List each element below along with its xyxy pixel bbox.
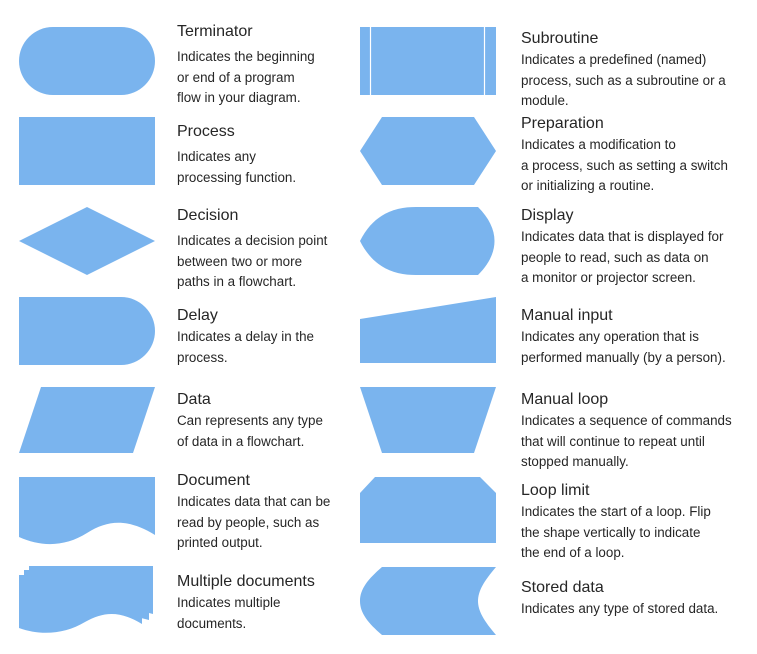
shape-title: Multiple documents [177, 573, 315, 590]
shape-description: Indicates data that can be read by peopl… [177, 494, 331, 550]
manual-loop-entry: Manual loop Indicates a sequence of comm… [521, 390, 756, 473]
delay-entry: Delay Indicates a delay in the process. [177, 306, 412, 368]
shape-description: Indicates multiple documents. [177, 595, 281, 631]
document-shape [19, 477, 155, 545]
shape-title: Manual loop [521, 391, 609, 408]
shape-title: Loop limit [521, 482, 590, 499]
terminator-entry: Terminator Indicates the beginning or en… [177, 22, 412, 109]
delay-shape [19, 297, 155, 365]
data-entry: Data Can represents any type of data in … [177, 390, 412, 452]
shape-title: Data [177, 391, 211, 408]
shape-title: Document [177, 472, 250, 489]
shape-description: Indicates a modification to a process, s… [521, 137, 728, 193]
shape-description: Indicates a delay in the process. [177, 329, 314, 365]
shape-title: Preparation [521, 115, 604, 132]
multiple-documents-entry: Multiple documents Indicates multiple do… [177, 572, 412, 634]
shape-description: Indicates a sequence of commands that wi… [521, 413, 732, 469]
shape-description: Indicates any processing function. [177, 149, 297, 185]
subroutine-entry: Subroutine Indicates a predefined (named… [521, 29, 756, 112]
shape-description: Indicates any operation that is performe… [521, 329, 726, 365]
shape-title: Terminator [177, 23, 253, 40]
terminator-shape [19, 27, 155, 95]
preparation-entry: Preparation Indicates a modification to … [521, 114, 756, 197]
shape-description: Indicates a predefined (named) process, … [521, 52, 726, 108]
document-entry: Document Indicates data that can be read… [177, 471, 412, 554]
shape-title: Stored data [521, 579, 604, 596]
display-entry: Display Indicates data that is displayed… [521, 206, 756, 289]
decision-entry: Decision Indicates a decision point betw… [177, 206, 412, 293]
shape-title: Delay [177, 307, 218, 324]
shape-description: Can represents any type of data in a flo… [177, 413, 323, 449]
shape-description: Indicates a decision point between two o… [177, 233, 328, 289]
shape-title: Display [521, 207, 574, 224]
multiple-documents-shape [19, 566, 155, 634]
shape-title: Process [177, 123, 235, 140]
process-shape [19, 117, 155, 185]
shape-title: Decision [177, 207, 239, 224]
data-shape [19, 387, 155, 455]
process-entry: Process Indicates any processing functio… [177, 122, 412, 188]
shape-description: Indicates any type of stored data. [521, 601, 719, 616]
shape-description: Indicates the beginning or end of a prog… [177, 49, 315, 105]
stored-data-entry: Stored data Indicates any type of stored… [521, 578, 756, 620]
shape-description: Indicates the start of a loop. Flip the … [521, 504, 711, 560]
manual-input-entry: Manual input Indicates any operation tha… [521, 306, 756, 368]
decision-shape [19, 207, 155, 275]
shape-description: Indicates data that is displayed for peo… [521, 229, 724, 285]
shape-title: Subroutine [521, 30, 599, 47]
shape-title: Manual input [521, 307, 613, 324]
loop-limit-entry: Loop limit Indicates the start of a loop… [521, 481, 756, 564]
